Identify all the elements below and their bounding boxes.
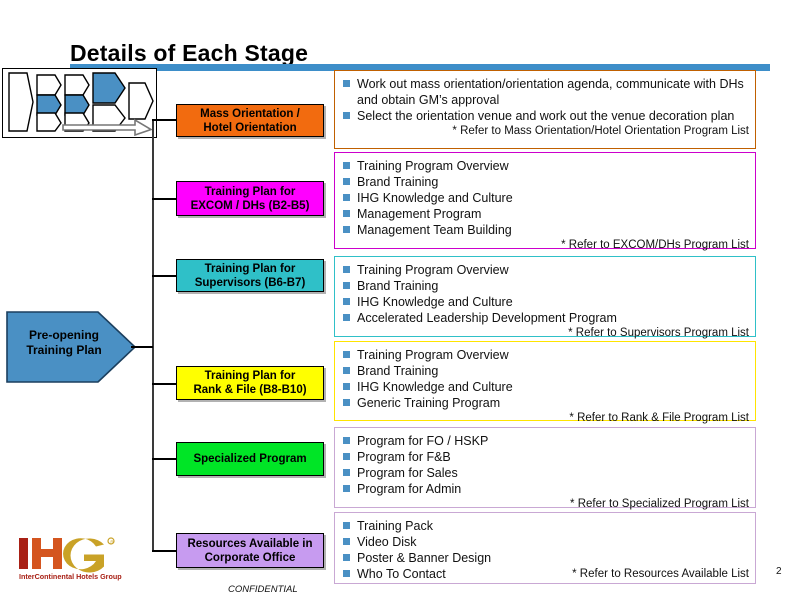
page-number: 2: [776, 566, 782, 577]
connector-branch-mass-orientation: [152, 119, 176, 121]
detail-box-rank-and-file: Training Program Overview Brand Training…: [334, 341, 756, 424]
bullet-square-icon: [343, 282, 350, 289]
category-box-supervisors[interactable]: Training Plan for Supervisors (B6-B7): [176, 259, 324, 292]
list-item: Program for F&B: [343, 449, 749, 465]
list-item: Training Program Overview: [343, 347, 749, 363]
detail-box-specialized-program: Program for FO / HSKP Program for F&B Pr…: [334, 427, 756, 510]
bullet-square-icon: [343, 383, 350, 390]
refer-note: * Refer to EXCOM/DHs Program List: [561, 239, 749, 251]
list-item: Brand Training: [343, 363, 749, 379]
page-title: Details of Each Stage: [70, 40, 309, 66]
confidential-label: CONFIDENTIAL: [228, 584, 298, 595]
bullet-square-icon: [343, 453, 350, 460]
list-item: Who To Contact * Refer to Resources Avai…: [343, 566, 749, 582]
list-item: Program for Admin: [343, 481, 749, 497]
detail-box-resources-available: Training Pack Video Disk Poster & Banner…: [334, 512, 756, 584]
bullet-square-icon: [343, 570, 350, 577]
list-item: Brand Training: [343, 278, 749, 294]
bullet-square-icon: [343, 367, 350, 374]
list-item: Generic Training Program: [343, 395, 749, 411]
bullet-square-icon: [343, 554, 350, 561]
connector-branch-rank-and-file: [152, 383, 176, 385]
list-item: Video Disk: [343, 534, 749, 550]
connector-branch-supervisors: [152, 275, 176, 277]
list-item: Training Program Overview: [343, 158, 749, 174]
detail-box-supervisors: Training Program Overview Brand Training…: [334, 256, 756, 339]
list-item: Brand Training: [343, 174, 749, 190]
refer-note: * Refer to Mass Orientation/Hotel Orient…: [452, 125, 749, 137]
connector-branch-specialized: [152, 458, 176, 460]
ihg-logo: R InterContinental Hotels Group: [18, 536, 128, 582]
category-box-excom-dhs[interactable]: Training Plan for EXCOM / DHs (B2-B5): [176, 181, 324, 216]
list-item: IHG Knowledge and Culture: [343, 294, 749, 310]
connector-branch-excom-dhs: [152, 198, 176, 200]
list-item: Training Program Overview: [343, 262, 749, 278]
ihg-tagline: InterContinental Hotels Group: [19, 572, 122, 581]
bullet-square-icon: [343, 469, 350, 476]
bullet-square-icon: [343, 178, 350, 185]
bullet-square-icon: [343, 162, 350, 169]
list-item: Select the orientation venue and work ou…: [343, 108, 749, 124]
list-item: Work out mass orientation/orientation ag…: [343, 76, 749, 108]
list-item: IHG Knowledge and Culture: [343, 190, 749, 206]
process-overview-thumbnail: [2, 68, 157, 138]
bullet-square-icon: [343, 314, 350, 321]
bullet-square-icon: [343, 298, 350, 305]
bullet-square-icon: [343, 522, 350, 529]
bullet-square-icon: [343, 437, 350, 444]
list-item: Program for FO / HSKP: [343, 433, 749, 449]
refer-note: * Refer to Specialized Program List: [570, 498, 749, 510]
bullet-square-icon: [343, 399, 350, 406]
refer-note: * Refer to Supervisors Program List: [568, 327, 749, 339]
bullet-square-icon: [343, 210, 350, 217]
detail-box-mass-orientation: Work out mass orientation/orientation ag…: [334, 70, 756, 149]
list-item: Management Team Building: [343, 222, 749, 238]
bullet-square-icon: [343, 351, 350, 358]
bullet-square-icon: [343, 485, 350, 492]
pre-opening-training-plan-label: Pre-opening Training Plan: [26, 328, 102, 357]
list-item: Accelerated Leadership Development Progr…: [343, 310, 749, 326]
bullet-square-icon: [343, 112, 350, 119]
list-item: Program for Sales: [343, 465, 749, 481]
list-item: IHG Knowledge and Culture: [343, 379, 749, 395]
category-box-rank-and-file[interactable]: Training Plan for Rank & File (B8-B10): [176, 366, 324, 400]
bullet-square-icon: [343, 194, 350, 201]
pre-opening-training-plan-arrow: Pre-opening Training Plan: [4, 308, 152, 386]
connector-trunk: [152, 119, 154, 551]
category-box-specialized-program[interactable]: Specialized Program: [176, 442, 324, 476]
bullet-square-icon: [343, 266, 350, 273]
connector-stem-arrow: [131, 346, 153, 348]
bullet-square-icon: [343, 80, 350, 87]
bullet-square-icon: [343, 538, 350, 545]
detail-box-excom-dhs: Training Program Overview Brand Training…: [334, 152, 756, 251]
list-item: Poster & Banner Design: [343, 550, 749, 566]
list-item: Management Program: [343, 206, 749, 222]
refer-note: * Refer to Resources Available List: [572, 568, 749, 580]
bullet-square-icon: [343, 226, 350, 233]
category-box-resources-available[interactable]: Resources Available in Corporate Office: [176, 533, 324, 568]
list-item: Training Pack: [343, 518, 749, 534]
connector-branch-resources: [152, 550, 176, 552]
category-box-mass-orientation[interactable]: Mass Orientation / Hotel Orientation: [176, 104, 324, 137]
refer-note: * Refer to Rank & File Program List: [569, 412, 749, 424]
